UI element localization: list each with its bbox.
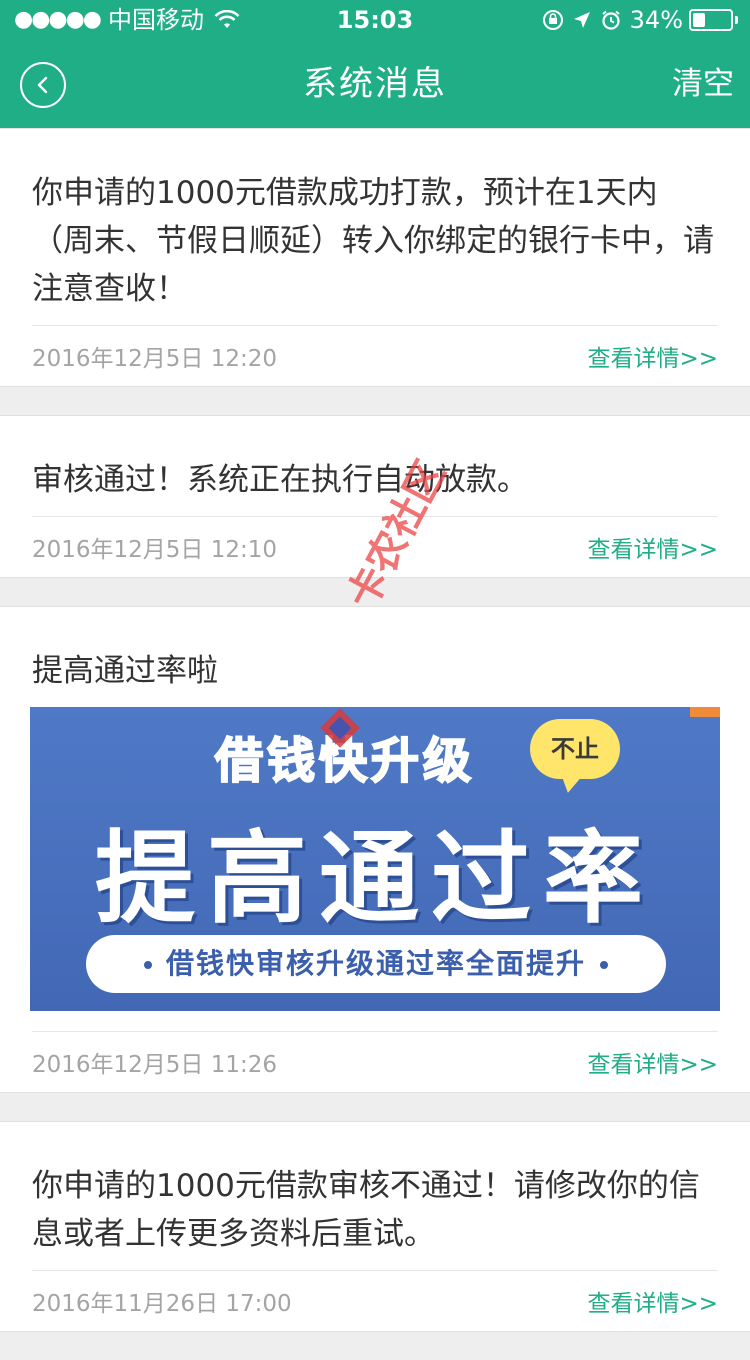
status-right: 34%	[542, 0, 738, 40]
banner-accent	[690, 707, 720, 717]
dot-icon	[143, 961, 152, 969]
message-card: 审核通过！系统正在执行自动放款。 2016年12月5日 12:10 查看详情>>	[0, 415, 750, 578]
clear-button[interactable]: 清空	[672, 40, 734, 128]
banner-pill-text: 借钱快审核升级通过率全面提升	[165, 947, 586, 980]
message-meta: 2016年12月5日 12:10 查看详情>>	[32, 517, 718, 577]
view-detail-link[interactable]: 查看详情>>	[587, 1045, 718, 1079]
message-list: 你申请的1000元借款成功打款，预计在1天内（周末、节假日顺延）转入你绑定的银行…	[0, 128, 750, 1360]
promo-banner[interactable]: 借钱快升级 不止 提高通过率 借钱快审核升级通过率全面提升	[30, 707, 720, 1011]
message-card: 你申请的1000元借款审核不通过！请修改你的信息或者上传更多资料后重试。 201…	[0, 1121, 750, 1332]
message-date: 2016年11月26日 17:00	[32, 1291, 292, 1317]
message-card: 提高通过率啦 借钱快升级 不止 提高通过率 借钱快审核升级通过率全面提升 201…	[0, 606, 750, 1093]
nav-bar: 系统消息 清空	[0, 40, 750, 128]
banner-pill: 借钱快审核升级通过率全面提升	[86, 935, 666, 993]
view-detail-link[interactable]: 查看详情>>	[587, 339, 718, 373]
page-title: 系统消息	[303, 64, 447, 104]
message-date: 2016年12月5日 12:10	[32, 537, 278, 563]
message-meta: 2016年12月5日 11:26 查看详情>>	[32, 1032, 718, 1092]
battery-level	[693, 13, 705, 27]
banner-bubble: 不止	[530, 719, 620, 779]
watermark-logo-icon	[320, 708, 360, 748]
message-text: 审核通过！系统正在执行自动放款。	[32, 462, 528, 498]
battery-icon	[689, 9, 733, 31]
status-bar: ●●●●● 中国移动 15:03 34%	[0, 0, 750, 40]
view-detail-link[interactable]: 查看详情>>	[587, 1284, 718, 1318]
view-detail-link[interactable]: 查看详情>>	[587, 530, 718, 564]
banner-main-text: 提高通过率	[95, 820, 655, 937]
battery-tip	[735, 16, 738, 24]
battery-percent: 34%	[629, 6, 683, 34]
header: ●●●●● 中国移动 15:03 34% 系统消息 清空	[0, 0, 750, 128]
message-text: 你申请的1000元借款审核不通过！请修改你的信息或者上传更多资料后重试。	[32, 1168, 700, 1252]
alarm-icon	[602, 10, 620, 30]
message-text: 提高通过率啦	[32, 653, 218, 689]
dot-icon	[600, 961, 608, 969]
orientation-lock-icon	[542, 10, 563, 30]
message-date: 2016年12月5日 11:26	[32, 1052, 278, 1078]
message-card: 你申请的1000元借款成功打款，预计在1天内（周末、节假日顺延）转入你绑定的银行…	[0, 128, 750, 387]
location-icon	[573, 12, 590, 28]
message-meta: 2016年12月5日 12:20 查看详情>>	[32, 326, 718, 386]
message-meta: 2016年11月26日 17:00 查看详情>>	[32, 1271, 718, 1331]
message-text: 你申请的1000元借款成功打款，预计在1天内（周末、节假日顺延）转入你绑定的银行…	[32, 175, 714, 307]
message-date: 2016年12月5日 12:20	[32, 346, 278, 372]
